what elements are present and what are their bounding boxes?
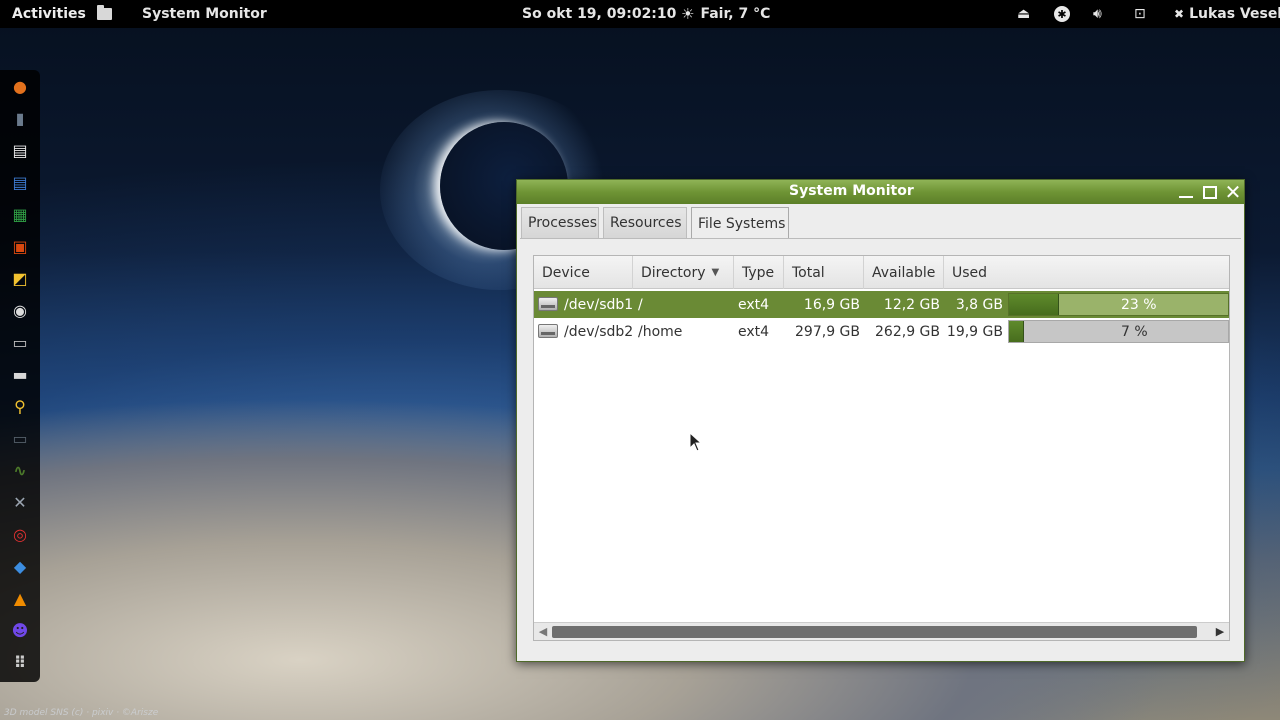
- draw-icon[interactable]: ◩: [10, 268, 30, 288]
- app-menu[interactable]: System Monitor: [142, 0, 267, 28]
- volume-icon[interactable]: 🔊︎: [1093, 0, 1102, 28]
- usage-percent: 7 %: [1121, 323, 1148, 340]
- tab-file-systems[interactable]: File Systems: [691, 207, 789, 239]
- type-cell: ext4: [738, 296, 770, 313]
- dropbox-icon[interactable]: ◆: [10, 556, 30, 576]
- chevron-down-icon: ▼: [711, 267, 720, 278]
- usage-bar: 23 %: [1008, 293, 1229, 316]
- horizontal-scrollbar[interactable]: ◀ ▶: [534, 622, 1229, 640]
- scroll-left-icon[interactable]: ◀: [534, 623, 552, 640]
- directory-cell: /: [638, 296, 643, 313]
- wallpaper-credit: 3D model SNS (c) · pixiv · ©Arisze: [4, 708, 159, 718]
- sun-icon: ☀: [681, 5, 695, 23]
- total-cell: 16,9 GB: [803, 296, 860, 313]
- mouse-pointer-icon: [689, 432, 703, 452]
- available-cell: 12,2 GB: [883, 296, 940, 313]
- table-header: Device Directory ▼ Type Total Available U…: [534, 256, 1229, 289]
- firefox-icon[interactable]: ●: [10, 76, 30, 96]
- tools-icon[interactable]: ✕: [10, 492, 30, 512]
- column-available[interactable]: Available: [864, 256, 944, 289]
- file-manager-icon[interactable]: ▬: [10, 364, 30, 384]
- column-total[interactable]: Total: [784, 256, 864, 289]
- files-icon[interactable]: [97, 0, 113, 28]
- vlc-icon[interactable]: ▲: [10, 588, 30, 608]
- column-device[interactable]: Device: [534, 256, 633, 289]
- app-grid-icon[interactable]: ⠿: [10, 652, 30, 672]
- weather-text: Fair, 7 °C: [700, 6, 771, 22]
- filesystems-table: Device Directory ▼ Type Total Available U…: [533, 255, 1230, 641]
- system-monitor-window: System Monitor ✕ Processes Resources Fil…: [516, 179, 1245, 662]
- weather-indicator[interactable]: ☀ Fair, 7 °C: [681, 0, 770, 28]
- terminal-icon[interactable]: ▭: [10, 428, 30, 448]
- table-row[interactable]: /dev/sdb2 /home ext4 297,9 GB 262,9 GB 1…: [534, 318, 1229, 345]
- window-title: System Monitor: [789, 183, 914, 199]
- scrollbar-thumb[interactable]: [552, 626, 1197, 638]
- window-titlebar[interactable]: System Monitor ✕: [517, 180, 1244, 204]
- user-status-icon: ✖: [1174, 7, 1185, 21]
- type-cell: ext4: [738, 323, 770, 340]
- column-used[interactable]: Used: [944, 256, 1229, 289]
- clock[interactable]: So okt 19, 09:02:10: [522, 0, 676, 28]
- writer-icon[interactable]: ▤: [10, 172, 30, 192]
- libreoffice-icon[interactable]: ▤: [10, 140, 30, 160]
- total-cell: 297,9 GB: [795, 323, 860, 340]
- usage-bar-fill: [1009, 321, 1024, 342]
- chat-icon[interactable]: ☻: [10, 620, 30, 640]
- network-icon[interactable]: ⊡: [1134, 0, 1146, 28]
- user-name: Lukas Vesel: [1189, 6, 1280, 22]
- usage-bar-fill: [1009, 294, 1059, 315]
- close-icon: ✕: [1224, 180, 1242, 204]
- column-directory[interactable]: Directory ▼: [633, 256, 734, 289]
- scroll-right-icon[interactable]: ▶: [1211, 623, 1229, 640]
- tab-resources[interactable]: Resources: [603, 207, 687, 238]
- directory-cell: /home: [638, 323, 683, 340]
- usage-bar: 7 %: [1008, 320, 1229, 343]
- available-cell: 262,9 GB: [875, 323, 940, 340]
- maximize-button[interactable]: [1200, 182, 1220, 202]
- help-icon[interactable]: ◎: [10, 524, 30, 544]
- table-row[interactable]: /dev/sdb1 / ext4 16,9 GB 12,2 GB 3,8 GB …: [534, 291, 1229, 318]
- close-button[interactable]: ✕: [1223, 180, 1243, 204]
- cellphone-icon[interactable]: ▮: [10, 108, 30, 128]
- accessibility-icon[interactable]: ✱: [1054, 0, 1070, 28]
- drive-icon: [538, 297, 558, 311]
- minimize-icon: [1179, 196, 1193, 198]
- top-panel: Activities System Monitor So okt 19, 09:…: [0, 0, 1280, 28]
- drive-icon: [538, 324, 558, 338]
- archive-icon[interactable]: ▭: [10, 332, 30, 352]
- device-cell: /dev/sdb1: [564, 296, 634, 313]
- column-type[interactable]: Type: [734, 256, 784, 289]
- system-monitor-icon[interactable]: ∿: [10, 460, 30, 480]
- minimize-button[interactable]: [1176, 182, 1196, 202]
- device-cell: /dev/sdb2: [564, 323, 634, 340]
- webcam-icon[interactable]: ◉: [10, 300, 30, 320]
- used-cell: 19,9 GB: [946, 323, 1003, 340]
- calc-icon[interactable]: ▦: [10, 204, 30, 224]
- activities-button[interactable]: Activities: [12, 0, 86, 28]
- used-cell: 3,8 GB: [955, 296, 1003, 313]
- usage-percent: 23 %: [1121, 296, 1157, 313]
- search-icon[interactable]: ⚲: [10, 396, 30, 416]
- impress-icon[interactable]: ▣: [10, 236, 30, 256]
- dash-dock: ● ▮ ▤ ▤ ▦ ▣ ◩ ◉ ▭ ▬ ⚲ ▭ ∿ ✕ ◎ ◆ ▲ ☻ ⠿: [0, 70, 40, 682]
- eject-icon[interactable]: ⏏: [1017, 0, 1030, 28]
- user-menu[interactable]: ✖ Lukas Vesel: [1174, 0, 1280, 28]
- maximize-icon: [1203, 185, 1217, 199]
- tab-processes[interactable]: Processes: [521, 207, 599, 238]
